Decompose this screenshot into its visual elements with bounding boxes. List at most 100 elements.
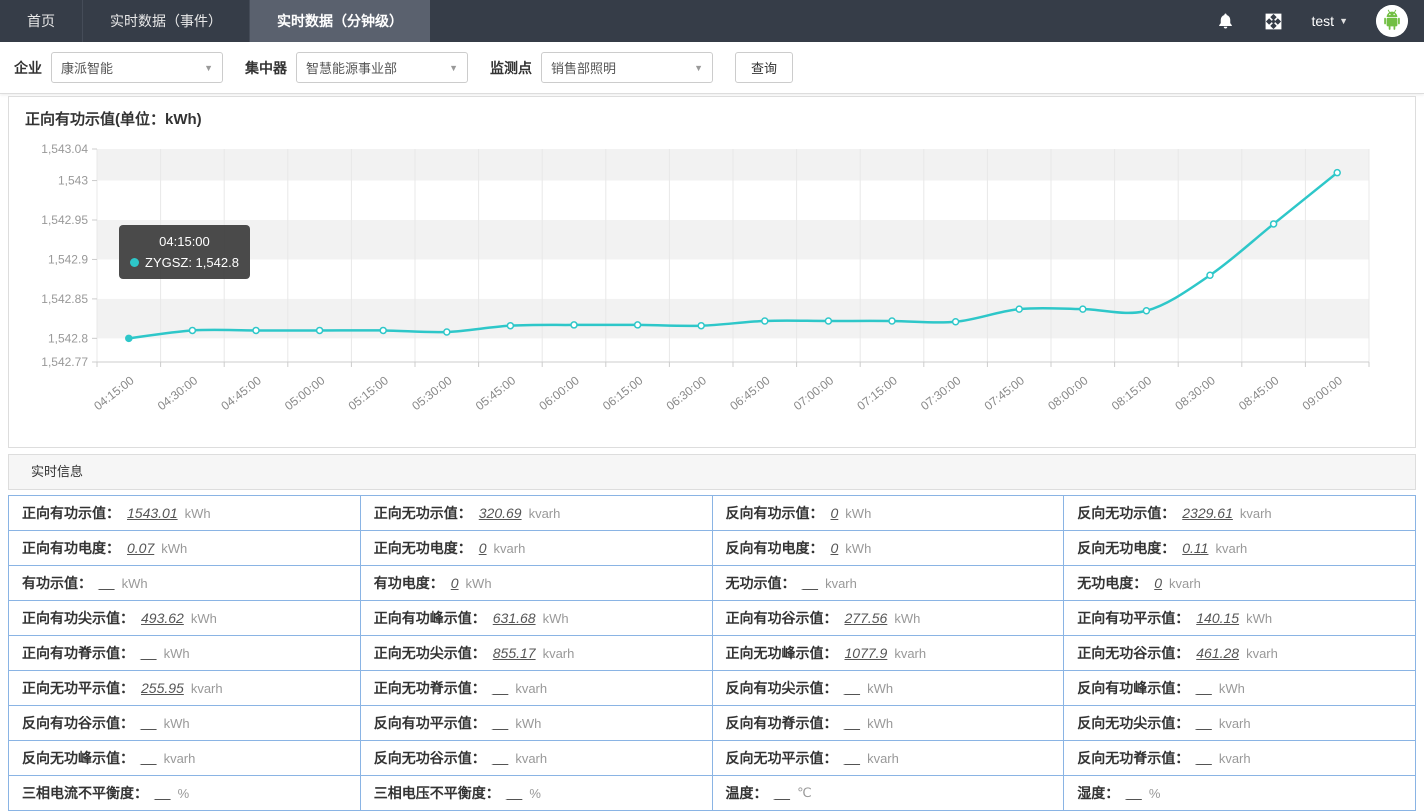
table-cell: 反向无功峰示值：__kvarh <box>9 741 361 776</box>
avatar[interactable] <box>1376 5 1408 37</box>
cell-value: 0 <box>831 505 839 521</box>
cell-label: 反向无功电度： <box>1077 538 1175 558</box>
svg-text:07:30:00: 07:30:00 <box>918 373 964 413</box>
bell-icon[interactable] <box>1216 11 1236 31</box>
cell-value: __ <box>1196 680 1212 696</box>
concentrator-select-value: 智慧能源事业部 <box>306 58 397 77</box>
table-cell: 三相电流不平衡度：__% <box>9 776 361 811</box>
svg-text:1,542.77: 1,542.77 <box>41 355 88 369</box>
svg-text:05:30:00: 05:30:00 <box>409 373 455 413</box>
cell-label: 反向有功平示值： <box>374 713 486 733</box>
table-cell: 三相电压不平衡度：__% <box>361 776 713 811</box>
cell-unit: kvarh <box>543 646 575 661</box>
nav-tabs: 首页实时数据（事件）实时数据（分钟级） <box>0 0 430 42</box>
cell-unit: kWh <box>185 506 211 521</box>
cell-unit: kWh <box>845 541 871 556</box>
cell-label: 反向有功脊示值： <box>726 713 838 733</box>
company-select[interactable]: 康派智能 ▼ <box>51 52 223 83</box>
chart-panel: 正向有功示值(单位：kWh) 1,542.771,542.81,542.851,… <box>8 96 1416 448</box>
nav-tab-2[interactable]: 实时数据（分钟级） <box>249 0 430 42</box>
nav-tab-0[interactable]: 首页 <box>0 0 82 42</box>
cell-label: 三相电压不平衡度： <box>374 783 500 803</box>
top-navbar: 首页实时数据（事件）实时数据（分钟级） test ▼ <box>0 0 1424 42</box>
point-label: 监测点 <box>490 58 532 78</box>
cell-value: 0.11 <box>1182 540 1208 556</box>
table-cell: 正向有功尖示值：493.62kWh <box>9 601 361 636</box>
svg-text:07:15:00: 07:15:00 <box>854 373 900 413</box>
cell-value: 277.56 <box>845 610 888 626</box>
concentrator-select[interactable]: 智慧能源事业部 ▼ <box>296 52 468 83</box>
svg-text:06:45:00: 06:45:00 <box>727 373 773 413</box>
cell-value: 461.28 <box>1196 645 1239 661</box>
svg-text:05:45:00: 05:45:00 <box>473 373 519 413</box>
cell-label: 反向有功尖示值： <box>726 678 838 698</box>
company-select-value: 康派智能 <box>61 58 113 77</box>
cell-label: 无功电度： <box>1077 573 1147 593</box>
cell-value: 0 <box>479 540 487 556</box>
svg-text:1,542.95: 1,542.95 <box>41 213 88 227</box>
table-cell: 正向无功示值：320.69kvarh <box>361 496 713 531</box>
table-cell: 反向无功电度：0.11kvarh <box>1064 531 1416 566</box>
cell-label: 正向有功平示值： <box>1077 608 1189 628</box>
cell-label: 温度： <box>726 783 768 803</box>
table-cell: 反向无功谷示值：__kvarh <box>361 741 713 776</box>
cell-unit: kvarh <box>494 541 526 556</box>
cell-value: 140.15 <box>1196 610 1239 626</box>
cell-unit: kWh <box>1246 611 1272 626</box>
cell-unit: kWh <box>466 576 492 591</box>
cell-label: 有功示值： <box>22 573 92 593</box>
cell-value: __ <box>141 715 157 731</box>
chevron-down-icon: ▼ <box>204 63 213 73</box>
cell-unit: kWh <box>161 541 187 556</box>
svg-text:1,542.9: 1,542.9 <box>48 252 88 266</box>
svg-text:08:30:00: 08:30:00 <box>1172 373 1218 413</box>
cell-unit: kvarh <box>1219 716 1251 731</box>
cell-label: 反向无功尖示值： <box>1077 713 1189 733</box>
cell-value: 1543.01 <box>127 505 178 521</box>
cell-unit: kvarh <box>1219 751 1251 766</box>
cell-label: 正向有功谷示值： <box>726 608 838 628</box>
cell-unit: kvarh <box>1240 506 1272 521</box>
table-cell: 正向无功尖示值：855.17kvarh <box>361 636 713 671</box>
cell-value: __ <box>845 715 861 731</box>
cell-unit: kWh <box>164 716 190 731</box>
table-cell: 反向无功平示值：__kvarh <box>713 741 1065 776</box>
cell-unit: kvarh <box>191 681 223 696</box>
cell-label: 反向无功谷示值： <box>374 748 486 768</box>
cell-unit: kvarh <box>515 681 547 696</box>
cell-label: 正向无功平示值： <box>22 678 134 698</box>
svg-text:1,543.04: 1,543.04 <box>41 142 88 156</box>
svg-text:08:15:00: 08:15:00 <box>1109 373 1155 413</box>
nav-tab-1[interactable]: 实时数据（事件） <box>82 0 249 42</box>
table-cell: 正向无功电度：0kvarh <box>361 531 713 566</box>
user-menu[interactable]: test ▼ <box>1312 13 1349 29</box>
table-cell: 有功示值： __ kWh <box>9 566 361 601</box>
cell-value: __ <box>845 680 861 696</box>
user-name: test <box>1312 13 1335 29</box>
point-select[interactable]: 销售部照明 ▼ <box>541 52 713 83</box>
table-cell: 无功电度：0kvarh <box>1064 566 1416 601</box>
svg-text:09:00:00: 09:00:00 <box>1300 373 1346 413</box>
fullscreen-icon[interactable] <box>1264 11 1284 31</box>
cell-value: __ <box>99 575 115 591</box>
cell-value: __ <box>141 750 157 766</box>
query-button[interactable]: 查询 <box>735 52 793 83</box>
cell-label: 正向有功电度： <box>22 538 120 558</box>
filter-bar: 企业 康派智能 ▼ 集中器 智慧能源事业部 ▼ 监测点 销售部照明 ▼ 查询 <box>0 42 1424 94</box>
cell-unit: kvarh <box>164 751 196 766</box>
cell-unit: % <box>1149 786 1161 801</box>
cell-unit: kWh <box>191 611 217 626</box>
table-cell: 正向有功峰示值：631.68kWh <box>361 601 713 636</box>
table-cell: 反向有功谷示值：__kWh <box>9 706 361 741</box>
table-cell: 正向有功电度：0.07kWh <box>9 531 361 566</box>
table-cell: 反向有功尖示值：__kWh <box>713 671 1065 706</box>
cell-label: 反向无功示值： <box>1077 503 1175 523</box>
svg-text:04:30:00: 04:30:00 <box>155 373 201 413</box>
cell-unit: kWh <box>515 716 541 731</box>
line-chart[interactable]: 1,542.771,542.81,542.851,542.91,542.951,… <box>9 131 1415 431</box>
cell-label: 反向有功峰示值： <box>1077 678 1189 698</box>
svg-text:05:00:00: 05:00:00 <box>282 373 328 413</box>
table-cell: 正向有功示值：1543.01kWh <box>9 496 361 531</box>
cell-unit: kWh <box>122 576 148 591</box>
company-filter: 企业 康派智能 ▼ <box>14 52 223 83</box>
